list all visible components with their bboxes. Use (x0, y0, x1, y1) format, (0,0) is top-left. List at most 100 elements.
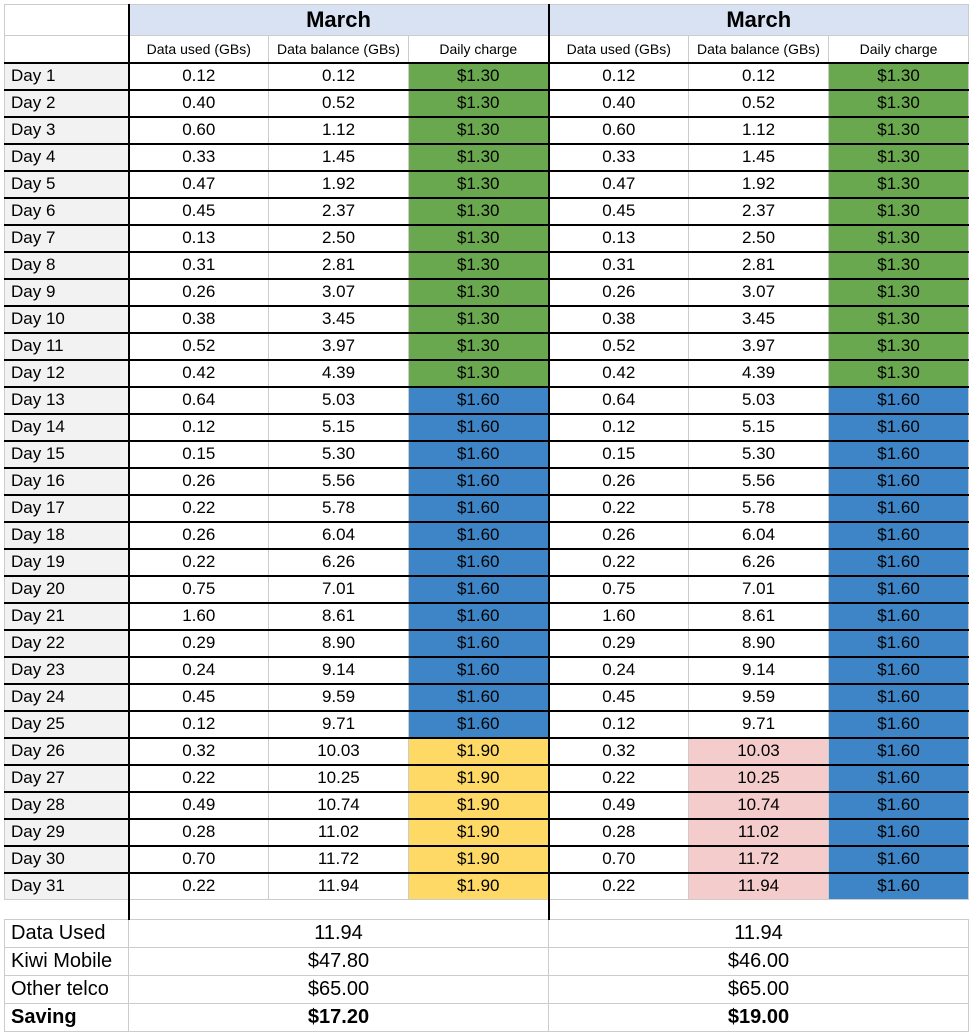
summary-saving-label: Saving (5, 1004, 129, 1032)
corner-cell (5, 5, 129, 36)
daily-charge-right: $1.30 (829, 198, 969, 225)
data-balance-right: 5.78 (689, 495, 829, 522)
comparison-table: March March Data used (GBs) Data balance… (4, 4, 969, 1032)
data-used-left: 1.60 (129, 603, 269, 630)
data-used-right: 0.45 (549, 198, 689, 225)
table-row: Day 90.263.07$1.300.263.07$1.30 (5, 279, 969, 306)
data-used-left: 0.32 (129, 738, 269, 765)
daily-charge-right: $1.30 (829, 225, 969, 252)
data-balance-right: 0.12 (689, 63, 829, 90)
data-balance-right: 10.03 (689, 738, 829, 765)
data-balance-right: 5.15 (689, 414, 829, 441)
data-balance-right: 5.30 (689, 441, 829, 468)
data-used-right: 0.13 (549, 225, 689, 252)
table-row: Day 130.645.03$1.600.645.03$1.60 (5, 387, 969, 414)
day-label: Day 22 (5, 630, 129, 657)
data-balance-right: 8.61 (689, 603, 829, 630)
data-balance-right: 11.72 (689, 846, 829, 873)
data-used-left: 0.31 (129, 252, 269, 279)
data-balance-right: 9.14 (689, 657, 829, 684)
data-balance-left: 5.78 (269, 495, 409, 522)
daily-charge-right: $1.30 (829, 306, 969, 333)
data-balance-left: 8.61 (269, 603, 409, 630)
data-balance-right: 8.90 (689, 630, 829, 657)
data-balance-left: 4.39 (269, 360, 409, 387)
day-label: Day 13 (5, 387, 129, 414)
table-row: Day 30.601.12$1.300.601.12$1.30 (5, 117, 969, 144)
table-row: Day 200.757.01$1.600.757.01$1.60 (5, 576, 969, 603)
col-data-balance-right: Data balance (GBs) (689, 36, 829, 63)
data-used-right: 1.60 (549, 603, 689, 630)
day-label: Day 24 (5, 684, 129, 711)
daily-charge-left: $1.60 (409, 387, 549, 414)
table-row: Day 220.298.90$1.600.298.90$1.60 (5, 630, 969, 657)
summary-saving-left: $17.20 (129, 1004, 549, 1032)
data-used-left: 0.22 (129, 873, 269, 900)
table-row: Day 260.3210.03$1.900.3210.03$1.60 (5, 738, 969, 765)
data-used-right: 0.24 (549, 657, 689, 684)
summary-data-used-right: 11.94 (549, 920, 969, 948)
day-label: Day 2 (5, 90, 129, 117)
day-label: Day 19 (5, 549, 129, 576)
data-balance-left: 11.02 (269, 819, 409, 846)
daily-charge-left: $1.30 (409, 144, 549, 171)
summary-other-label: Other telco (5, 976, 129, 1004)
table-row: Day 10.120.12$1.300.120.12$1.30 (5, 63, 969, 90)
day-label: Day 16 (5, 468, 129, 495)
summary-kiwi-left: $47.80 (129, 948, 549, 976)
data-used-right: 0.26 (549, 279, 689, 306)
data-balance-right: 3.07 (689, 279, 829, 306)
data-balance-right: 2.37 (689, 198, 829, 225)
day-label: Day 3 (5, 117, 129, 144)
daily-charge-right: $1.60 (829, 522, 969, 549)
data-used-left: 0.29 (129, 630, 269, 657)
daily-charge-right: $1.30 (829, 171, 969, 198)
daily-charge-right: $1.60 (829, 387, 969, 414)
day-label: Day 9 (5, 279, 129, 306)
day-label: Day 20 (5, 576, 129, 603)
col-daily-charge-left: Daily charge (409, 36, 549, 63)
day-label: Day 11 (5, 333, 129, 360)
summary-kiwi-label: Kiwi Mobile (5, 948, 129, 976)
data-used-right: 0.22 (549, 549, 689, 576)
table-row: Day 100.383.45$1.300.383.45$1.30 (5, 306, 969, 333)
daily-charge-left: $1.30 (409, 252, 549, 279)
daily-charge-right: $1.60 (829, 765, 969, 792)
table-row: Day 140.125.15$1.600.125.15$1.60 (5, 414, 969, 441)
daily-charge-left: $1.30 (409, 90, 549, 117)
data-used-left: 0.33 (129, 144, 269, 171)
daily-charge-left: $1.30 (409, 306, 549, 333)
daily-charge-right: $1.30 (829, 360, 969, 387)
data-balance-left: 5.03 (269, 387, 409, 414)
table-row: Day 110.523.97$1.300.523.97$1.30 (5, 333, 969, 360)
data-used-left: 0.42 (129, 360, 269, 387)
day-label: Day 4 (5, 144, 129, 171)
summary-kiwi-right: $46.00 (549, 948, 969, 976)
day-label: Day 5 (5, 171, 129, 198)
day-label: Day 14 (5, 414, 129, 441)
data-balance-left: 9.71 (269, 711, 409, 738)
data-used-right: 0.33 (549, 144, 689, 171)
data-balance-left: 1.45 (269, 144, 409, 171)
day-label: Day 26 (5, 738, 129, 765)
day-label: Day 25 (5, 711, 129, 738)
daily-charge-right: $1.30 (829, 90, 969, 117)
data-used-left: 0.15 (129, 441, 269, 468)
table-row: Day 300.7011.72$1.900.7011.72$1.60 (5, 846, 969, 873)
col-data-balance-left: Data balance (GBs) (269, 36, 409, 63)
table-row: Day 230.249.14$1.600.249.14$1.60 (5, 657, 969, 684)
daily-charge-left: $1.30 (409, 171, 549, 198)
data-used-left: 0.38 (129, 306, 269, 333)
table-row: Day 60.452.37$1.300.452.37$1.30 (5, 198, 969, 225)
data-balance-left: 8.90 (269, 630, 409, 657)
data-balance-left: 7.01 (269, 576, 409, 603)
data-used-right: 0.64 (549, 387, 689, 414)
corner-cell-2 (5, 36, 129, 63)
daily-charge-left: $1.90 (409, 819, 549, 846)
col-data-used-left: Data used (GBs) (129, 36, 269, 63)
data-balance-left: 10.74 (269, 792, 409, 819)
daily-charge-left: $1.60 (409, 549, 549, 576)
data-balance-left: 5.30 (269, 441, 409, 468)
table-row: Day 250.129.71$1.600.129.71$1.60 (5, 711, 969, 738)
table-row: Day 240.459.59$1.600.459.59$1.60 (5, 684, 969, 711)
